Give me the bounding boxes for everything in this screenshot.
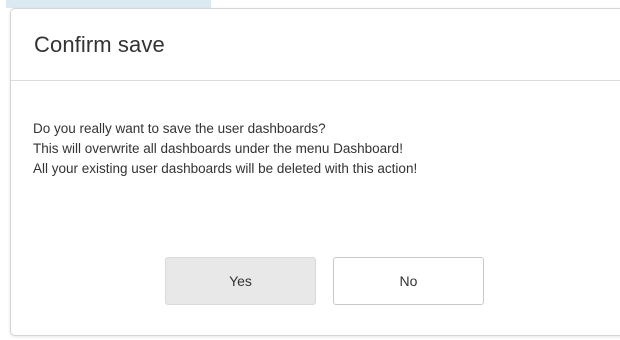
dialog-title: Confirm save (34, 32, 165, 57)
yes-button[interactable]: Yes (165, 257, 316, 305)
dialog-button-row: Yes No (165, 257, 484, 305)
message-line-1: Do you really want to save the user dash… (33, 121, 326, 136)
message-line-2: This will overwrite all dashboards under… (33, 141, 403, 156)
dialog-header: Confirm save (11, 9, 620, 81)
dialog-body: Do you really want to save the user dash… (33, 119, 620, 179)
no-button[interactable]: No (333, 257, 484, 305)
backdrop-strip (6, 0, 211, 8)
message-line-3: All your existing user dashboards will b… (33, 161, 418, 176)
page: Confirm save Do you really want to save … (0, 0, 620, 340)
confirm-save-dialog: Confirm save Do you really want to save … (10, 8, 620, 336)
